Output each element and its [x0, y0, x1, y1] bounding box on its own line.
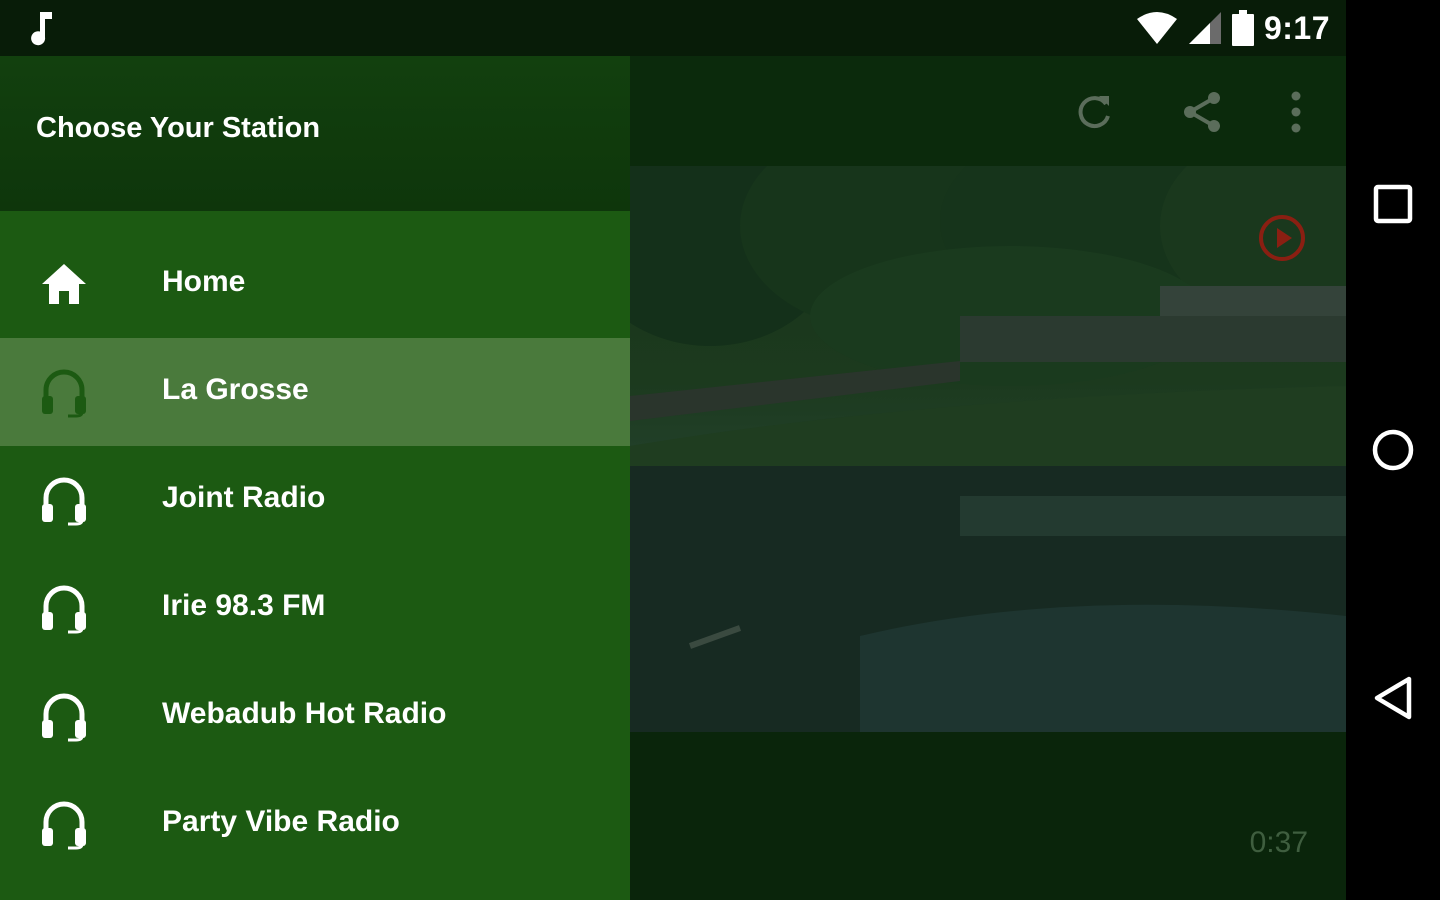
battery-icon [1231, 10, 1254, 46]
nav-item-party-vibe-radio[interactable]: Party Vibe Radio [0, 770, 630, 878]
nav-item-la-grosse[interactable]: La Grosse [0, 338, 630, 446]
system-navigation-bar [1346, 0, 1440, 900]
toolbar [630, 56, 1346, 166]
player-area: 0:37 [630, 732, 1346, 900]
status-bar-right: 9:17 [1136, 8, 1330, 48]
refresh-icon[interactable] [1066, 84, 1122, 140]
cell-signal-icon [1188, 12, 1221, 44]
recents-icon [1373, 184, 1413, 224]
nav-item-webadub-hot-radio[interactable]: Webadub Hot Radio [0, 662, 630, 770]
play-overlay-icon[interactable] [1256, 212, 1308, 264]
headphones-icon [42, 693, 86, 742]
nav-item-label: Webadub Hot Radio [162, 697, 447, 730]
elapsed-time: 0:37 [1249, 826, 1308, 859]
clock: 9:17 [1263, 9, 1330, 46]
more-vert-icon[interactable] [1268, 84, 1324, 140]
music-note-icon [31, 12, 52, 46]
back-button[interactable] [1369, 674, 1417, 722]
home-button[interactable] [1369, 426, 1417, 474]
recents-button[interactable] [1369, 180, 1417, 228]
share-icon[interactable] [1174, 84, 1230, 140]
back-triangle-icon [1374, 676, 1412, 720]
nav-item-label: Irie 98.3 FM [162, 589, 326, 622]
nav-item-label: Home [162, 265, 246, 298]
status-bar: 9:17 [0, 0, 1346, 56]
wifi-icon [1136, 12, 1177, 44]
drawer-title: Choose Your Station [36, 112, 321, 144]
headphones-icon [42, 585, 86, 634]
nav-item-joint-radio[interactable]: Joint Radio [0, 446, 630, 554]
headphones-icon [42, 477, 86, 526]
nav-item-label: La Grosse [162, 373, 309, 406]
nav-item-home[interactable]: Home [0, 230, 630, 338]
drawer-header: Choose Your Station [0, 56, 630, 211]
navigation-drawer: Choose Your Station Home La Grosse Joint… [0, 56, 630, 900]
headphones-icon [42, 801, 86, 850]
home-icon [42, 264, 86, 304]
circle-home-icon [1372, 429, 1414, 471]
headphones-icon [42, 369, 86, 418]
station-photo [630, 166, 1346, 732]
park-scene [630, 166, 1346, 732]
nav-item-label: Party Vibe Radio [162, 805, 400, 838]
nav-item-label: Joint Radio [162, 481, 326, 514]
nav-item-irie-fm[interactable]: Irie 98.3 FM [0, 554, 630, 662]
